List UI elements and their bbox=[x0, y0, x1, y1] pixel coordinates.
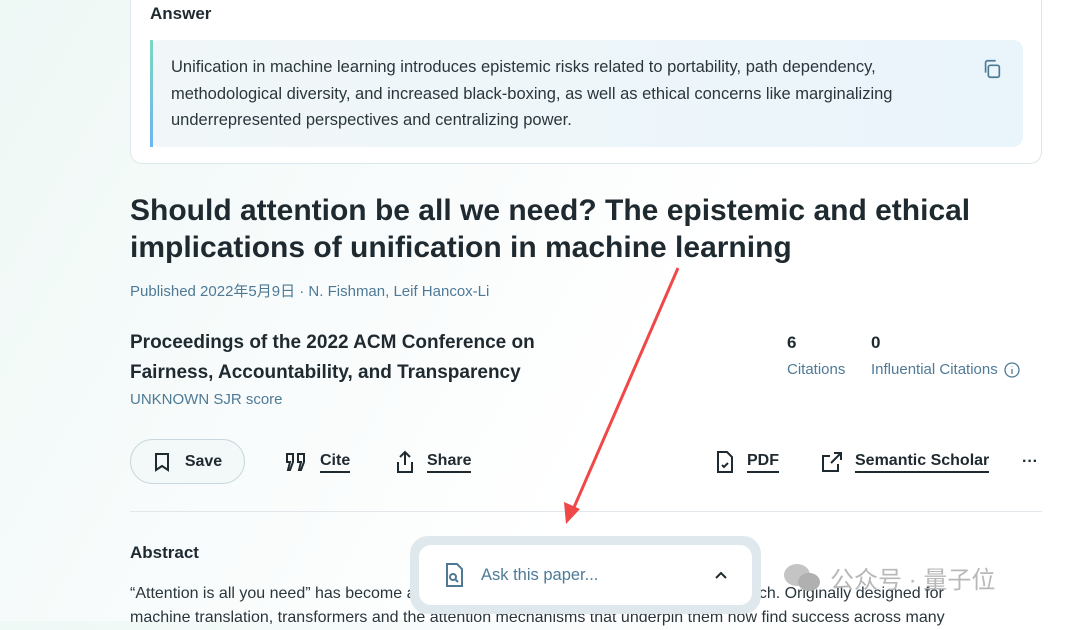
paper-title: Should attention be all we need? The epi… bbox=[130, 194, 971, 264]
document-search-icon bbox=[446, 563, 463, 587]
semantic-scholar-label: Semantic Scholar bbox=[855, 452, 990, 473]
abstract-heading: Abstract bbox=[130, 543, 199, 562]
share-label: Share bbox=[427, 452, 472, 473]
wechat-icon bbox=[784, 563, 820, 591]
semantic-scholar-button[interactable]: Semantic Scholar bbox=[821, 451, 990, 473]
ask-placeholder: Ask this paper... bbox=[481, 565, 599, 584]
watermark-text: 公众号 · 量子位 bbox=[830, 567, 996, 594]
watermark: 公众号 · 量子位 bbox=[782, 560, 995, 595]
share-icon bbox=[397, 450, 413, 473]
venue: Proceedings of the 2022 ACM Conference o… bbox=[130, 332, 535, 383]
pdf-file-icon bbox=[717, 451, 733, 473]
more-button[interactable]: ··· bbox=[1022, 453, 1038, 471]
influential-citations-stat[interactable]: 0 Influential Citations bbox=[871, 333, 1020, 378]
answer-card: Answer Unification in machine learning i… bbox=[130, 0, 1042, 164]
citations-label: Citations bbox=[787, 361, 846, 378]
cite-label: Cite bbox=[320, 452, 351, 473]
ask-paper-input[interactable]: Ask this paper... bbox=[419, 545, 752, 605]
info-icon[interactable] bbox=[1004, 361, 1020, 378]
cite-button[interactable]: Cite bbox=[284, 451, 351, 473]
published-authors[interactable]: Published 2022年5月9日 · N. Fishman, Leif H… bbox=[130, 280, 489, 301]
influential-label: Influential Citations bbox=[871, 361, 998, 378]
pdf-label: PDF bbox=[747, 452, 779, 473]
divider bbox=[130, 511, 1042, 512]
bookmark-icon bbox=[154, 452, 169, 472]
sjr-score: UNKNOWN SJR score bbox=[130, 391, 283, 408]
influential-count: 0 bbox=[871, 333, 881, 352]
citations-count: 6 bbox=[787, 333, 797, 352]
share-button[interactable]: Share bbox=[395, 450, 472, 474]
answer-box: Unification in machine learning introduc… bbox=[150, 40, 1023, 147]
save-button[interactable]: Save bbox=[130, 439, 245, 484]
chevron-up-icon[interactable] bbox=[714, 570, 728, 580]
ask-paper-panel: Ask this paper... bbox=[410, 536, 761, 614]
quote-icon bbox=[286, 453, 305, 471]
save-label: Save bbox=[184, 452, 223, 470]
citations-stat[interactable]: 6 Citations bbox=[787, 333, 845, 378]
answer-text: Unification in machine learning introduc… bbox=[171, 58, 893, 129]
copy-icon[interactable] bbox=[981, 58, 1003, 80]
pdf-button[interactable]: PDF bbox=[715, 450, 779, 474]
external-link-icon bbox=[822, 452, 842, 472]
answer-label: Answer bbox=[150, 4, 212, 23]
